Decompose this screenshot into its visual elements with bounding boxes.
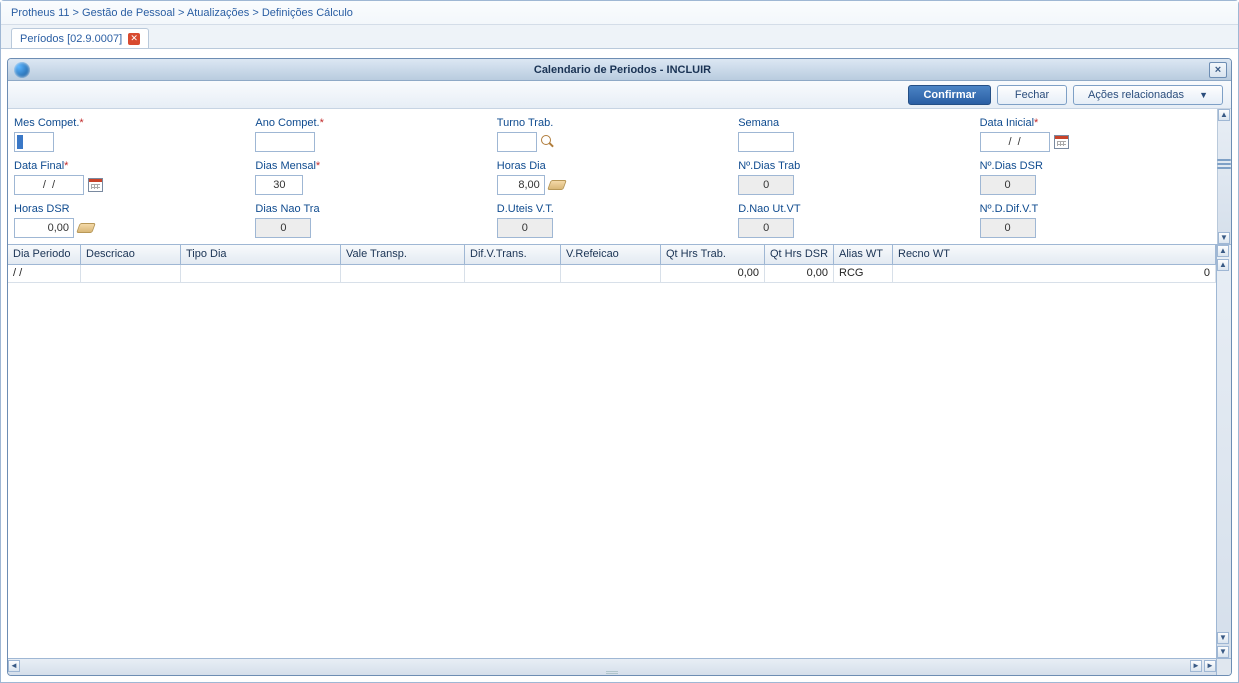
chevron-down-icon: ▼ — [1199, 90, 1208, 100]
field-data-final: Data Final* — [14, 160, 245, 195]
window-close-button[interactable]: × — [1209, 62, 1227, 78]
n-dias-dsr-input[interactable] — [980, 175, 1036, 195]
header-recno-wt[interactable]: Recno WT — [893, 245, 1216, 264]
header-tipo-dia[interactable]: Tipo Dia — [181, 245, 341, 264]
field-dias-nao-tra: Dias Nao Tra — [255, 203, 486, 238]
app-logo-icon — [14, 62, 30, 78]
horas-dsr-input[interactable] — [14, 218, 74, 238]
field-n-dias-dsr: Nº.Dias DSR — [980, 160, 1211, 195]
close-button[interactable]: Fechar — [997, 85, 1067, 105]
field-semana: Semana — [738, 117, 969, 152]
semana-input[interactable] — [738, 132, 794, 152]
grid-vertical-scrollbar[interactable]: ▲ ▲ ▼ ▼ — [1216, 245, 1231, 658]
window-title: Calendario de Periodos - INCLUIR — [36, 64, 1209, 76]
horas-dia-input[interactable] — [497, 175, 545, 195]
mes-compet-input[interactable] — [14, 132, 54, 152]
field-horas-dia: Horas Dia — [497, 160, 728, 195]
field-ano-compet: Ano Compet.* — [255, 117, 486, 152]
dias-nao-tra-input[interactable] — [255, 218, 311, 238]
field-d-uteis-vt: D.Uteis V.T. — [497, 203, 728, 238]
related-actions-button[interactable]: Ações relacionadas ▼ — [1073, 85, 1223, 105]
search-icon[interactable] — [541, 135, 555, 149]
n-dias-trab-input[interactable] — [738, 175, 794, 195]
form-scrollbar[interactable]: ▲ ▼ — [1217, 109, 1231, 244]
field-d-nao-ut-vt: D.Nao Ut.VT — [738, 203, 969, 238]
header-dif-v-trans[interactable]: Dif.V.Trans. — [465, 245, 561, 264]
data-inicial-input[interactable] — [980, 132, 1050, 152]
grid-header: Dia Periodo Descricao Tipo Dia Vale Tran… — [8, 245, 1231, 265]
header-vale-transp[interactable]: Vale Transp. — [341, 245, 465, 264]
data-final-input[interactable] — [14, 175, 84, 195]
dialog-window: Calendario de Periodos - INCLUIR × Confi… — [7, 58, 1232, 676]
calendar-icon[interactable] — [88, 178, 103, 192]
d-uteis-vt-input[interactable] — [497, 218, 553, 238]
grid-area: Dia Periodo Descricao Tipo Dia Vale Tran… — [8, 244, 1231, 675]
field-n-dias-trab: Nº.Dias Trab — [738, 160, 969, 195]
d-nao-ut-vt-input[interactable] — [738, 218, 794, 238]
header-alias-wt[interactable]: Alias WT — [834, 245, 893, 264]
scroll-corner — [1216, 658, 1231, 675]
form-area: ▲ ▼ Mes Compet.* Ano Compet.* Turno Trab — [8, 109, 1231, 244]
field-horas-dsr: Horas DSR — [14, 203, 245, 238]
calendar-icon[interactable] — [1054, 135, 1069, 149]
header-qt-hrs-dsr[interactable]: Qt Hrs DSR — [765, 245, 834, 264]
header-dia-periodo[interactable]: Dia Periodo — [8, 245, 81, 264]
tab-bar: Períodos [02.9.0007] ✕ — [1, 25, 1238, 49]
field-n-d-dif-vt: Nº.D.Dif.V.T — [980, 203, 1211, 238]
tab-periodos[interactable]: Períodos [02.9.0007] ✕ — [11, 28, 149, 48]
field-data-inicial: Data Inicial* — [980, 117, 1211, 152]
confirm-button[interactable]: Confirmar — [908, 85, 991, 105]
field-dias-mensal: Dias Mensal* — [255, 160, 486, 195]
window-titlebar: Calendario de Periodos - INCLUIR × — [8, 59, 1231, 81]
table-row[interactable]: / / 0,00 0,00 RCG 0 — [8, 265, 1216, 283]
header-qt-hrs-trab[interactable]: Qt Hrs Trab. — [661, 245, 765, 264]
tab-label: Períodos [02.9.0007] — [20, 33, 122, 45]
eraser-icon[interactable] — [547, 180, 567, 190]
grid-horizontal-scrollbar[interactable]: ◄ ► ► — [8, 658, 1216, 675]
turno-trab-input[interactable] — [497, 132, 537, 152]
header-v-refeicao[interactable]: V.Refeicao — [561, 245, 661, 264]
dias-mensal-input[interactable] — [255, 175, 303, 195]
field-mes-compet: Mes Compet.* — [14, 117, 245, 152]
eraser-icon[interactable] — [76, 223, 96, 233]
breadcrumb: Protheus 11 > Gestão de Pessoal > Atuali… — [1, 1, 1238, 25]
toolbar: Confirmar Fechar Ações relacionadas ▼ — [8, 81, 1231, 109]
n-d-dif-vt-input[interactable] — [980, 218, 1036, 238]
header-descricao[interactable]: Descricao — [81, 245, 181, 264]
field-turno-trab: Turno Trab. — [497, 117, 728, 152]
close-tab-icon[interactable]: ✕ — [128, 33, 140, 45]
ano-compet-input[interactable] — [255, 132, 315, 152]
